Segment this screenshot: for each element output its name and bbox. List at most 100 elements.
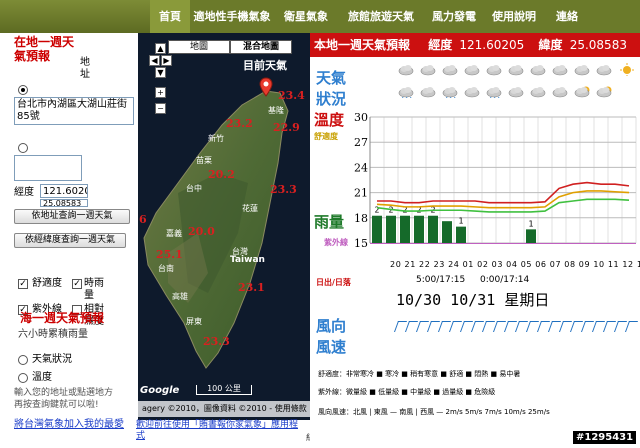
map-temp-label[interactable]: 20.0 [188,225,215,238]
comfort-checkbox[interactable]: ✓ [18,279,28,289]
coords-textarea[interactable] [14,155,82,181]
weather-radio[interactable] [18,355,28,365]
temp-series-line [376,198,630,213]
map-city-label: 台中 [186,184,202,193]
map-temp-label[interactable]: 23.1 [238,281,265,294]
map-city-label: 屏東 [186,317,202,326]
map-temp-label[interactable]: 20.2 [208,168,235,181]
lon-input[interactable]: 121.60204 [40,184,88,198]
panel-title: 在地一週天 氣預報 [14,35,75,63]
rain-bar [442,221,452,243]
rain-side-label: 雨量 [314,213,345,231]
nav-contact[interactable]: 連絡 [544,0,590,33]
rain-bar [428,215,438,243]
sun-times-2: 0:00/17:14 [480,275,530,285]
y-tick-label: 18 [354,212,368,225]
temp-side-label: 溫度 [314,111,345,129]
map-temp-label[interactable]: 6 [139,213,147,226]
nav-help[interactable]: 使用說明 [484,0,544,33]
temp-label: 溫度 [32,372,52,383]
legend-wind: 風向風速：北風 | 東風 — 南風 | 西風 — 2m/s 5m/s 7m/s … [318,408,550,416]
zoom-out-icon[interactable]: − [155,103,166,114]
nav-home[interactable]: 首頁 [150,0,190,33]
map-temp-label[interactable]: 23.4 [278,89,305,102]
rain-checkbox[interactable]: ✓ [72,279,82,289]
map-type-hybrid[interactable]: 混合地圖 [230,40,292,54]
y-tick-label: 15 [354,237,368,250]
pan-right-icon[interactable]: ▶ [161,55,172,66]
taiwan-label: Taiwan [230,255,265,265]
search-address-button[interactable]: 依地址查詢一週天氣 [14,209,130,224]
map-temp-label[interactable]: 22.9 [273,121,300,134]
nav-mobile-weather[interactable]: 適地性手機氣象 [190,0,274,33]
map-temp-label[interactable]: 23.3 [203,335,230,348]
sun-times-1: 5:00/17:15 [416,275,466,285]
add-favorite-link[interactable]: 將台灣氣象加入我的最愛 [14,419,124,431]
rain-value-label: 2 [374,206,379,215]
nav-wind-power[interactable]: 風力發電 [424,0,484,33]
site-logo[interactable] [0,0,150,33]
address-radio[interactable] [18,85,28,95]
map-temp-label[interactable]: 23.3 [270,183,297,196]
coords-radio[interactable] [18,143,28,153]
google-logo[interactable]: Google [140,385,179,396]
rain-bar [400,215,410,243]
search-coords-button[interactable]: 依經緯度查詢一週天氣 [14,233,126,248]
y-tick-label: 27 [354,136,368,149]
rain-bar [372,215,382,243]
hour-row: 20 21 22 23 24 01 02 03 04 05 06 07 08 0… [390,260,640,269]
y-tick-label: 24 [354,161,368,174]
rain-value-label: 1 [528,219,533,228]
nav-hotel-travel[interactable]: 旅館旅遊天氣 [338,0,424,33]
map-scale: 100 公里 [196,385,252,395]
map-type-map[interactable]: 地圖 [168,40,230,54]
address-label: 地址 [80,57,90,80]
app-promo-link[interactable]: 歡迎前往使用「賄書報你家氣象」應用程式 [136,420,306,442]
image-watermark: #1295431 [573,431,637,444]
marine-title: 海一週天氣預報 [20,311,105,325]
comfort-side-label: 舒適度 [314,132,338,141]
weather-label: 天氣狀況 [32,354,72,365]
map-city-label: 新竹 [208,134,224,143]
rain-bar [456,226,466,243]
map-city-label: 嘉義 [166,229,182,238]
y-tick-label: 21 [354,187,368,200]
uv-side-label: 紫外線 [324,238,348,247]
rain-bar [386,215,396,243]
legend-uv: 紫外線：微量級 ■ 低量級 ■ 中量級 ■ 過量級 ■ 危險級 [318,388,496,396]
hint-text-2: 再按查詢鍵就可以啦! [14,400,99,410]
rain-label: 時雨量 [84,278,104,301]
map-temp-label[interactable]: 23.2 [226,117,253,130]
current-weather-title: 目前天氣 [243,59,287,72]
sunrise-label: 日出/日落 [316,278,351,287]
map-view[interactable]: 地圖 混合地圖 ▲ ◀ ▶ ▼ + − 目前天氣 23.4 23.2 22.9 20.… [138,33,310,420]
map-city-label: 台南 [158,264,174,273]
pan-left-icon[interactable]: ◀ [149,55,160,66]
map-type-toolbar: 地圖 混合地圖 [168,40,292,54]
zoom-in-icon[interactable]: + [155,87,166,98]
date-row: 10/30 10/31 星期日 [396,291,550,309]
pan-up-icon[interactable]: ▲ [155,43,166,54]
address-input[interactable]: 台北市內湖區大湖山莊街85號 [14,97,134,125]
map-copyright: agery ©2010，圖像資料 ©2010 - 使用條款 [138,401,310,417]
legend-comfort: 舒適度：非常寒冷 ■ 寒冷 ■ 稍有寒意 ■ 舒適 ■ 悶熱 ■ 易中暑 [318,370,521,378]
nav-satellite[interactable]: 衛星氣象 [274,0,338,33]
map-city-label: 基隆 [268,106,284,115]
lon-label: 經度 [14,187,34,198]
forecast-chart: 3027242118152 2 2 2 21 1 [354,111,637,250]
temp-radio[interactable] [18,373,28,383]
forecast-panel: 本地一週天氣預報 經度 121.60205 緯度 25.08583 天氣 狀況 3… [310,33,640,448]
y-tick-label: 30 [354,111,368,124]
lat-input[interactable]: 25.08583 [40,199,88,207]
pan-down-icon[interactable]: ▼ [155,67,166,78]
map-city-label: 苗栗 [196,156,212,165]
map-temp-label[interactable]: 25.1 [156,248,183,261]
wind-barb-icon [624,321,639,332]
hint-text-1: 輸入您的地址或點選地方 [14,388,114,398]
rain-accum-label: 六小時累積雨量 [18,329,88,340]
map-city-label: 高雄 [172,292,188,301]
rain-value-label: 1 [458,217,463,226]
rain-bar [526,229,536,243]
location-pin-icon[interactable] [259,77,273,97]
rain-bar [414,215,424,243]
